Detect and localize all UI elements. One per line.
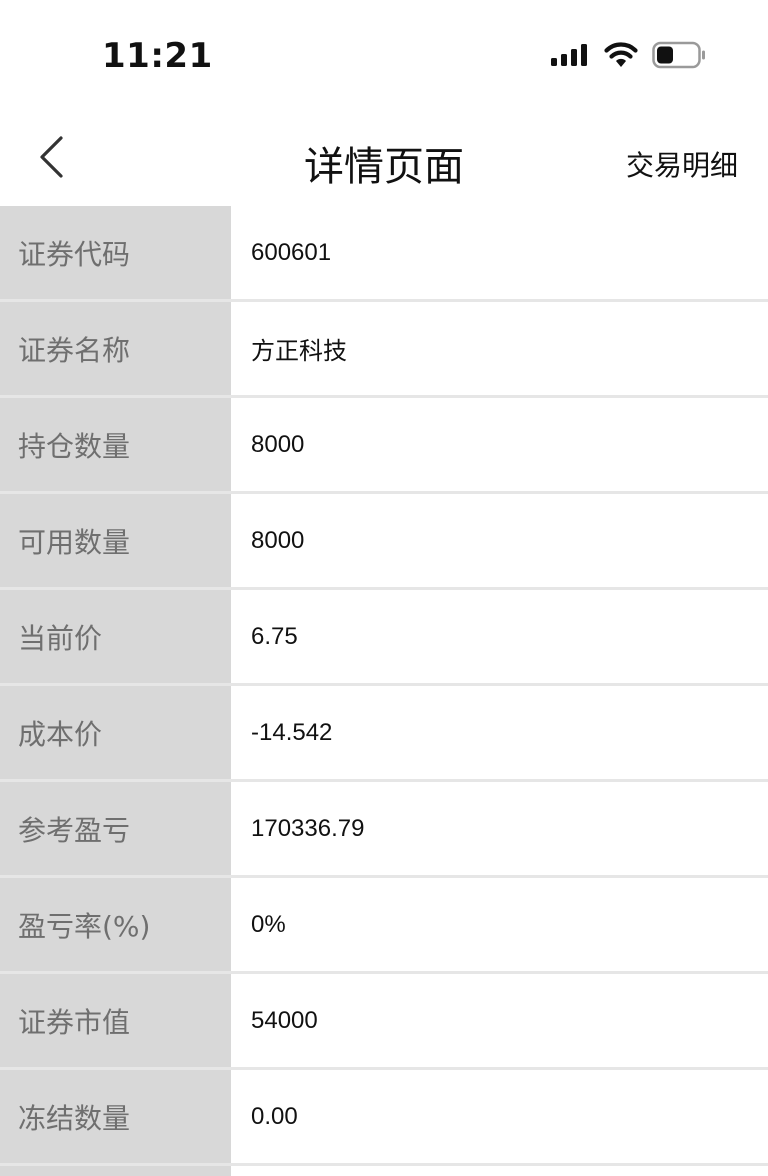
detail-label: 证券名称: [0, 302, 231, 395]
navigation-bar: 详情页面 交易明细: [0, 110, 768, 206]
detail-value: 8000: [251, 526, 305, 554]
detail-row-security-name: 证券名称 方正科技: [0, 302, 768, 398]
detail-label: 成本价: [0, 686, 231, 779]
detail-value: 0%: [251, 910, 286, 938]
detail-label: 参考盈亏: [0, 782, 231, 875]
status-time: 11:21: [102, 36, 213, 76]
detail-row-pnl-rate: 盈亏率(%) 0%: [0, 878, 768, 974]
detail-list: 证券代码 600601 证券名称 方正科技 持仓数量 8000 可用数量 800…: [0, 206, 768, 1176]
detail-label: 持仓数量: [0, 398, 231, 491]
detail-label: 可用数量: [0, 494, 231, 587]
detail-list-tail: [0, 1166, 768, 1176]
status-bar: 11:21: [0, 0, 768, 110]
status-icons: [550, 40, 706, 74]
detail-row-available-quantity: 可用数量 8000: [0, 494, 768, 590]
detail-value: 0.00: [251, 1102, 298, 1130]
detail-value: -14.542: [251, 718, 333, 746]
detail-label: 盈亏率(%): [0, 878, 231, 971]
detail-row-frozen-quantity: 冻结数量 0.00: [0, 1070, 768, 1166]
transaction-details-button[interactable]: 交易明细: [626, 144, 738, 184]
detail-row-holding-quantity: 持仓数量 8000: [0, 398, 768, 494]
cellular-signal-icon: [550, 43, 590, 72]
detail-row-reference-pnl: 参考盈亏 170336.79: [0, 782, 768, 878]
detail-label: 冻结数量: [0, 1070, 231, 1163]
detail-label: 当前价: [0, 590, 231, 683]
detail-value: 方正科技: [251, 338, 347, 365]
detail-label-tail: [0, 1166, 231, 1176]
detail-value: 170336.79: [251, 814, 365, 842]
detail-row-cost-price: 成本价 -14.542: [0, 686, 768, 782]
detail-value: 600601: [251, 238, 332, 266]
detail-value: 54000: [251, 1006, 318, 1034]
wifi-icon: [604, 41, 638, 73]
detail-label: 证券代码: [0, 206, 231, 299]
detail-row-security-code: 证券代码 600601: [0, 206, 768, 302]
detail-value: 6.75: [251, 622, 298, 650]
battery-icon: [652, 41, 706, 74]
detail-row-current-price: 当前价 6.75: [0, 590, 768, 686]
detail-row-market-value: 证券市值 54000: [0, 974, 768, 1070]
detail-value: 8000: [251, 430, 305, 458]
detail-label: 证券市值: [0, 974, 231, 1067]
